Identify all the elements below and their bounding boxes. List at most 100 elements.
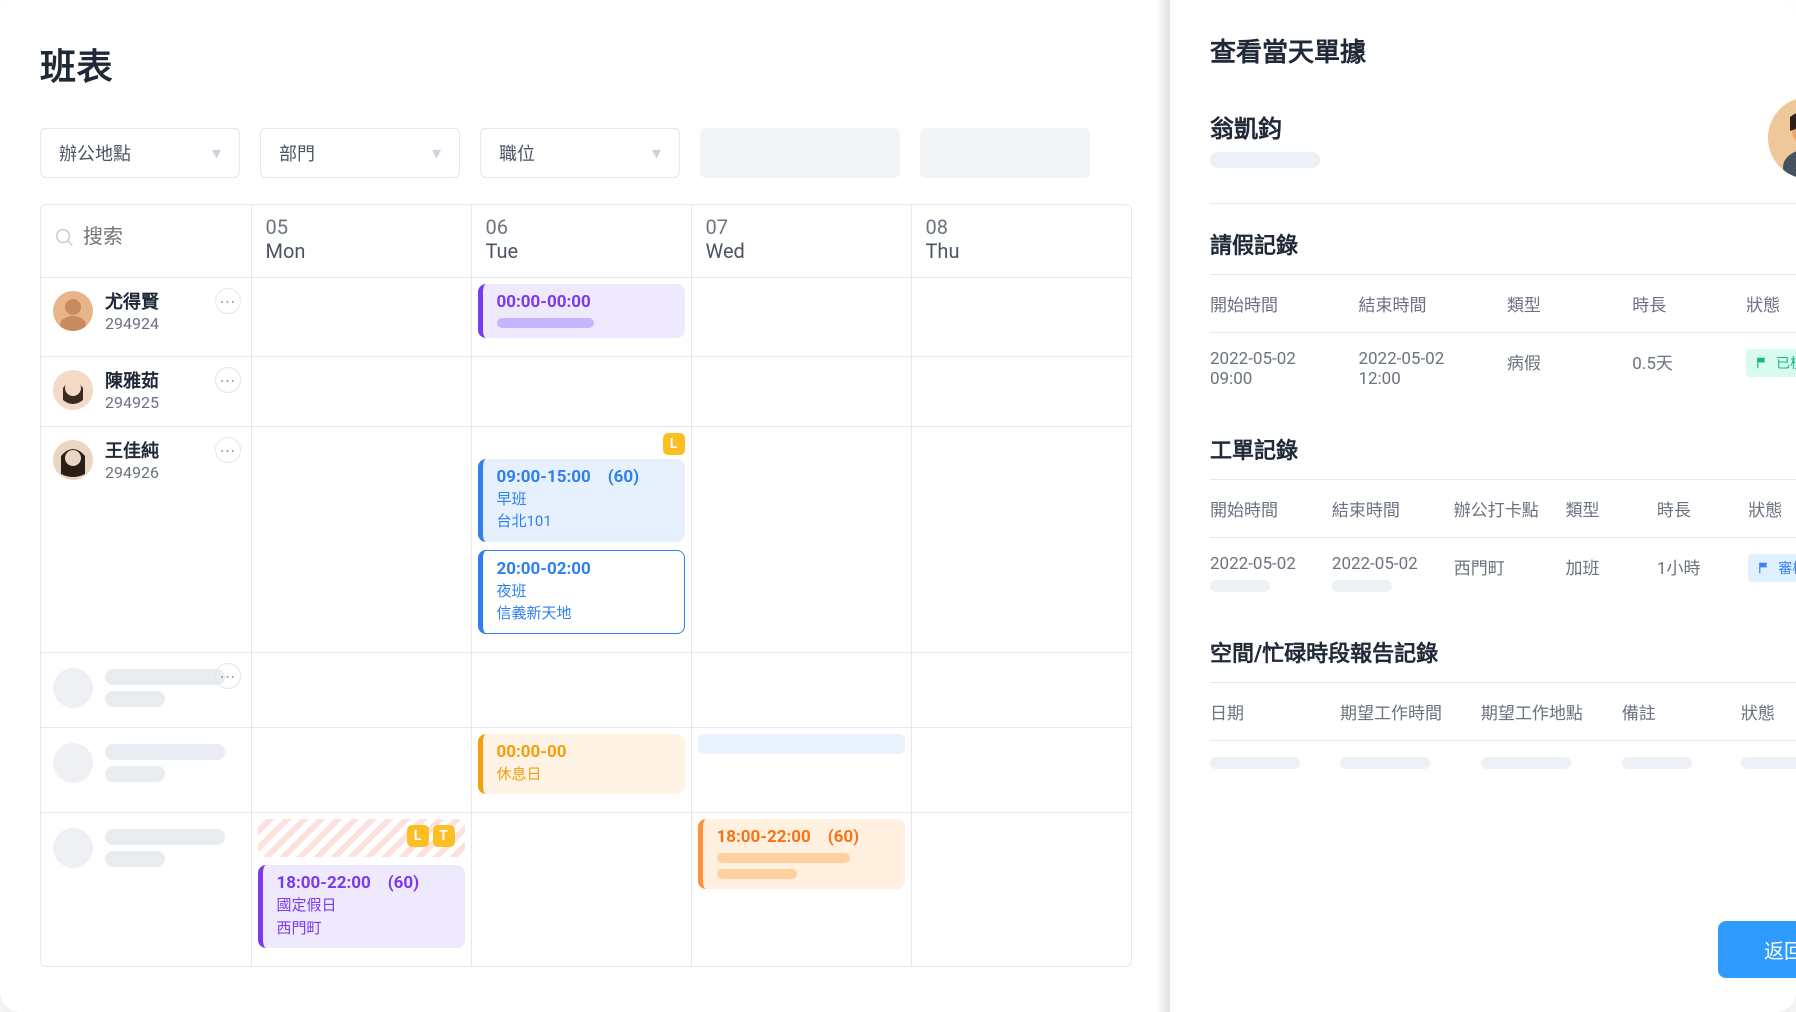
shift-time: 20:00-02:00 [497,559,674,579]
filter-location[interactable]: 辦公地點 ▾ [40,128,240,178]
detail-title: 查看當天單據 [1210,32,1796,69]
schedule-cell[interactable] [251,427,471,653]
shift-time: 18:00-22:00 [277,873,371,893]
avail-table: 日期 期望工作時間 期望工作地點 備註 狀態 [1210,682,1796,785]
avatar [53,370,93,410]
schedule-cell[interactable]: 00:00-00 休息日 [471,728,691,813]
filter-bar: 辦公地點 ▾ 部門 ▾ 職位 ▾ [40,128,1132,178]
shift-time: 00:00-00 [497,742,675,762]
employee-cell[interactable]: 尤得賢 294924 [53,288,239,333]
search-employee[interactable] [53,215,239,259]
time-badge: T [433,825,455,847]
schedule-cell[interactable] [251,278,471,357]
table-row[interactable]: 2022-05-02 09:00 2022-05-02 12:00 病假 0.5… [1210,333,1796,405]
avatar-ghost [53,828,93,868]
avatar-ghost [53,668,93,708]
shift-card[interactable]: 18:00-22:00 (60) 國定假日 西門町 [258,865,465,948]
more-menu-button[interactable]: ⋯ [215,288,241,314]
day-header-tue[interactable]: 06 Tue [471,205,691,278]
search-input[interactable] [83,226,239,249]
detail-person: 翁凱鈞 [1210,97,1796,204]
employee-cell[interactable]: 陳雅茹 294925 [53,367,239,412]
chevron-down-icon: ▾ [652,143,661,164]
employee-name: 王佳純 [105,437,159,463]
late-badge: L [407,825,429,847]
shift-break: (60) [828,827,859,847]
shift-location: 台北101 [497,511,675,531]
shift-location: 信義新天地 [497,603,674,623]
back-button[interactable]: 返回 [1718,921,1796,978]
leave-section-title: 請假記錄 [1210,228,1796,260]
table-row [1210,741,1796,785]
progress-bar [717,869,797,879]
schedule-cell[interactable] [911,357,1131,427]
flag-icon [1758,561,1772,575]
schedule-cell[interactable] [911,278,1131,357]
filter-department[interactable]: 部門 ▾ [260,128,460,178]
avatar-ghost [53,743,93,783]
employee-row-ghost: ⋯ [41,653,1131,728]
schedule-cell[interactable]: 18:00-22:00 (60) [691,813,911,966]
schedule-cell[interactable] [471,357,691,427]
schedule-cell[interactable] [251,357,471,427]
schedule-cell[interactable] [691,357,911,427]
schedule-cell[interactable] [691,427,911,653]
late-badge: L [663,433,685,455]
filter-position[interactable]: 職位 ▾ [480,128,680,178]
progress-bar [717,853,851,863]
schedule-cell[interactable] [911,427,1131,653]
search-icon [53,226,75,248]
table-header: 開始時間 結束時間 類型 時長 狀態 [1210,275,1796,333]
avail-section-title: 空間/忙碌時段報告記錄 [1210,636,1796,668]
employee-row-ghost: 00:00-00 休息日 [41,728,1131,813]
day-header-mon[interactable]: 05 Mon [251,205,471,278]
filter-department-label: 部門 [279,140,315,166]
schedule-cell[interactable]: L T 18:00-22:00 (60) 國定假日 [251,813,471,966]
page-title: 班表 [40,38,1132,90]
employee-name: 尤得賢 [105,288,159,314]
employee-id: 294924 [105,314,159,333]
detail-person-name: 翁凱鈞 [1210,109,1320,144]
shift-break: (60) [608,467,639,487]
detail-panel: 查看當天單據 翁凱鈞 請假記錄 開始時間 結束時間 類型 時長 狀態 2022- [1170,0,1796,1012]
shift-card[interactable]: 00:00-00 休息日 [478,734,685,794]
skeleton [1741,757,1796,769]
filter-ghost-2[interactable] [920,128,1090,178]
shift-location: 西門町 [277,918,455,938]
more-menu-button[interactable]: ⋯ [215,437,241,463]
filter-ghost-1[interactable] [700,128,900,178]
skeleton [1332,580,1392,592]
shift-card[interactable]: 09:00-15:00 (60) 早班 台北101 [478,459,685,542]
shift-time: 00:00-00:00 [497,292,675,312]
day-header-wed[interactable]: 07 Wed [691,205,911,278]
schedule-cell[interactable] [251,728,471,813]
more-menu-button[interactable]: ⋯ [215,663,241,689]
table-row[interactable]: 2022-05-02 2022-05-02 西門町 加班 1小時 審核中 [1210,538,1796,608]
skeleton [1210,152,1320,168]
avatar [1768,97,1796,179]
skeleton [1340,757,1430,769]
shift-name: 夜班 [497,581,674,601]
app-shell: 班表 辦公地點 ▾ 部門 ▾ 職位 ▾ [0,0,1796,1012]
shift-name: 國定假日 [277,895,455,915]
employee-cell[interactable]: 王佳純 294926 [53,437,239,482]
employee-row: 尤得賢 294924 ⋯ 00:00-00:00 [41,278,1131,357]
schedule-cell[interactable]: L 09:00-15:00 (60) 早班 台北101 [471,427,691,653]
schedule-cell[interactable]: 00:00-00:00 [471,278,691,357]
schedule-cell[interactable] [691,728,911,813]
more-menu-button[interactable]: ⋯ [215,367,241,393]
employee-row-ghost: L T 18:00-22:00 (60) 國定假日 [41,813,1131,966]
shift-card[interactable]: 20:00-02:00 夜班 信義新天地 [478,550,685,635]
shift-card[interactable]: 00:00-00:00 [478,284,685,338]
shift-card[interactable]: 18:00-22:00 (60) [698,819,905,889]
employee-row: 陳雅茹 294925 ⋯ [41,357,1131,427]
employee-id: 294925 [105,393,159,412]
leave-table: 開始時間 結束時間 類型 時長 狀態 2022-05-02 09:00 2022… [1210,274,1796,405]
status-badge: 審核中 [1748,554,1796,582]
filter-location-label: 辦公地點 [59,140,131,166]
shift-name: 早班 [497,489,675,509]
schedule-cell[interactable] [691,278,911,357]
day-header-thu[interactable]: 08 Thu [911,205,1131,278]
work-section-title: 工單記錄 [1210,433,1796,465]
shift-time: 18:00-22:00 [717,827,811,847]
